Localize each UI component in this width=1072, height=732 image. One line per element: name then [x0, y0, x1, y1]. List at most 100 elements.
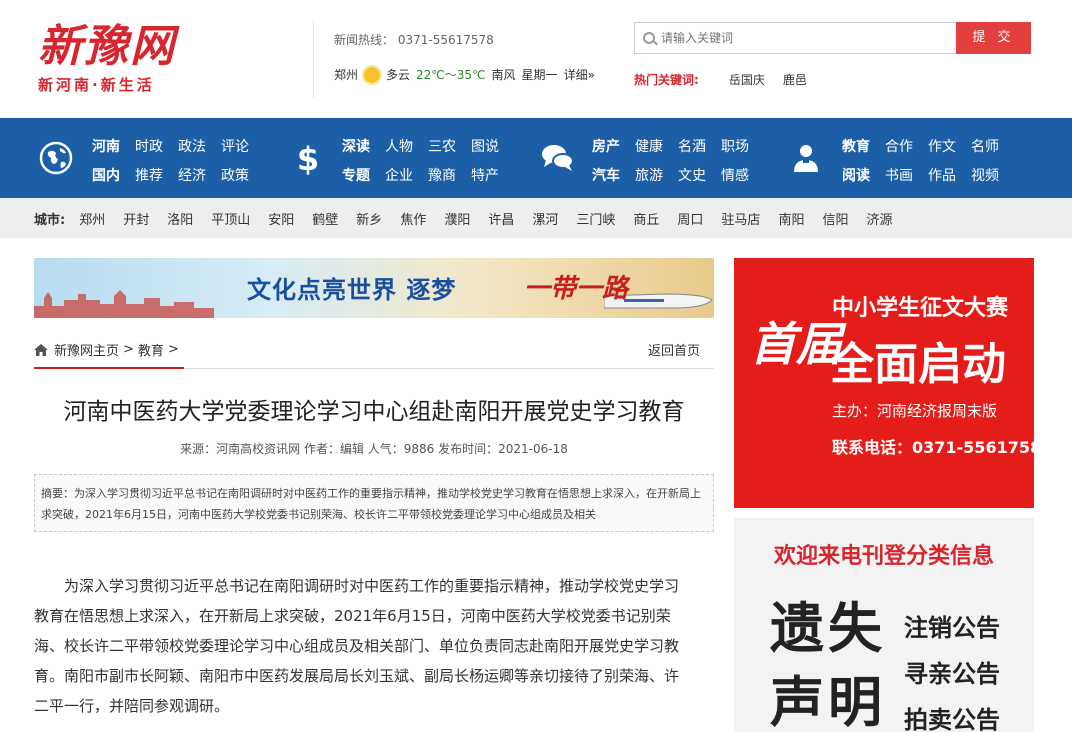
nav-link-yuedu[interactable]: 阅读 — [842, 165, 870, 185]
city-link[interactable]: 许昌 — [488, 209, 514, 228]
city-link[interactable]: 濮阳 — [444, 209, 470, 228]
hot-keywords: 热门关键词: 岳国庆 鹿邑 — [634, 71, 825, 88]
site-header: 新豫网 新河南·新生活 新闻热线： 0371-55617578 郑州 多云 22… — [0, 0, 1072, 118]
sun-cloud-icon — [364, 66, 381, 83]
logo-text: 新豫网 — [38, 21, 176, 72]
nav-link-qiye[interactable]: 企业 — [385, 165, 413, 185]
city-link[interactable]: 平顶山 — [211, 209, 250, 228]
weather-temperature: 22℃～35℃ — [416, 68, 486, 82]
user-icon — [794, 145, 818, 172]
essay-ad-host: 主办：河南经济报周末版 — [832, 402, 998, 420]
city-link[interactable]: 新乡 — [356, 209, 382, 228]
classified-ad-big-line: 遗失 — [770, 597, 886, 660]
city-link[interactable]: 焦作 — [400, 209, 426, 228]
nav-link-tushuo[interactable]: 图说 — [471, 136, 499, 156]
nav-link-jiaoyu[interactable]: 教育 — [842, 136, 870, 156]
essay-ad-calligraphy: 首届 — [750, 317, 842, 371]
hot-keywords-label: 热门关键词: — [634, 73, 699, 87]
city-link[interactable]: 驻马店 — [721, 209, 760, 228]
nav-link-jingji[interactable]: 经济 — [178, 165, 206, 185]
weather-city[interactable]: 郑州 — [334, 66, 358, 83]
nav-link-zhuanti[interactable]: 专题 — [342, 165, 370, 185]
weather-wind: 南风 — [491, 68, 516, 82]
nav-link-fangchan[interactable]: 房产 — [592, 136, 620, 156]
article-meta: 来源：河南高校资讯网 作者：编辑 人气：9886 发布时间：2021-06-18 — [180, 442, 568, 456]
nav-link-pinglun[interactable]: 评论 — [221, 136, 249, 156]
classified-ad-item: 注销公告 — [904, 614, 1000, 642]
nav-link-zuowen[interactable]: 作文 — [928, 136, 956, 156]
nav-link-zhengce[interactable]: 政策 — [221, 165, 249, 185]
city-link[interactable]: 南阳 — [778, 209, 804, 228]
svg-text:$: $ — [297, 140, 319, 176]
city-link[interactable]: 商丘 — [633, 209, 659, 228]
breadcrumb-home-link[interactable]: 新豫网主页 — [54, 340, 119, 359]
header-divider — [313, 20, 314, 98]
nav-group-education: 教育 合作 作文 名师 阅读 书画 作品 视频 — [842, 133, 1014, 188]
nav-link-shipin[interactable]: 视频 — [971, 165, 999, 185]
weather-condition: 多云 — [386, 68, 411, 82]
search-box — [634, 22, 956, 54]
city-bar-label: 城市: — [34, 212, 66, 228]
nav-link-guonei[interactable]: 国内 — [92, 165, 120, 185]
nav-link-jiankang[interactable]: 健康 — [635, 136, 663, 156]
city-link[interactable]: 信阳 — [822, 209, 848, 228]
nav-link-mingshi[interactable]: 名师 — [971, 136, 999, 156]
article-title: 河南中医药大学党委理论学习中心组赴南阳开展党史学习教育 — [63, 399, 685, 425]
banner-calligraphy: 一带一路 — [524, 274, 629, 304]
nav-link-tuijian[interactable]: 推荐 — [135, 165, 163, 185]
city-link[interactable]: 济源 — [866, 209, 892, 228]
breadcrumb-section-link[interactable]: 教育 — [138, 340, 164, 359]
main-nav: 河南 时政 政法 评论 国内 推荐 经济 政策 $ 深读 人物 三农 图说 专题… — [0, 118, 1072, 198]
hotline-label: 新闻热线： — [334, 33, 395, 47]
site-logo[interactable]: 新豫网 新河南·新生活 — [38, 22, 218, 98]
classified-ad-title: 欢迎来电刊登分类信息 — [773, 544, 994, 569]
weather-weekday: 星期一 — [521, 68, 558, 82]
news-hotline: 新闻热线： 0371-55617578 — [334, 31, 494, 48]
hot-keyword-link[interactable]: 岳国庆 — [729, 71, 765, 88]
logo-slogan: 新河南·新生活 — [38, 76, 155, 94]
classified-ad[interactable]: 欢迎来电刊登分类信息 遗失 声明 注销公告 寻亲公告 拍卖公告 — [734, 518, 1034, 732]
nav-link-zuopin[interactable]: 作品 — [928, 165, 956, 185]
city-link[interactable]: 郑州 — [79, 209, 105, 228]
nav-link-sannong[interactable]: 三农 — [428, 136, 456, 156]
breadcrumb: 新豫网主页 > 教育 > — [34, 340, 179, 359]
nav-link-zhichang[interactable]: 职场 — [721, 136, 749, 156]
city-link[interactable]: 安阳 — [268, 209, 294, 228]
breadcrumb-accent — [34, 367, 184, 369]
nav-link-qinggan[interactable]: 情感 — [721, 165, 749, 185]
nav-link-qiche[interactable]: 汽车 — [592, 165, 620, 185]
essay-ad-headline: 全面启动 — [830, 339, 1006, 390]
nav-link-techan[interactable]: 特产 — [471, 165, 499, 185]
classified-ad-big: 遗失 声明 — [770, 592, 886, 732]
nav-link-shizheng[interactable]: 时政 — [135, 136, 163, 156]
essay-contest-ad[interactable]: 中小学生征文大赛 首届 全面启动 主办：河南经济报周末版 联系电话：0371-5… — [734, 258, 1034, 508]
home-icon — [34, 343, 48, 356]
weather-detail-link[interactable]: 详细» — [564, 66, 595, 83]
classified-ad-item: 寻亲公告 — [904, 660, 1000, 688]
back-home-link[interactable]: 返回首页 — [648, 340, 700, 359]
classified-ad-item: 拍卖公告 — [904, 706, 1000, 732]
nav-link-mingjiu[interactable]: 名酒 — [678, 136, 706, 156]
city-link[interactable]: 三门峡 — [576, 209, 615, 228]
nav-link-renwu[interactable]: 人物 — [385, 136, 413, 156]
search-submit-button[interactable]: 提 交 — [956, 22, 1031, 54]
search-input[interactable] — [661, 24, 951, 52]
nav-link-shuhua[interactable]: 书画 — [885, 165, 913, 185]
nav-link-henan[interactable]: 河南 — [92, 136, 120, 156]
city-link[interactable]: 鹤壁 — [312, 209, 338, 228]
nav-link-shendu[interactable]: 深读 — [342, 136, 370, 156]
hot-keyword-link[interactable]: 鹿邑 — [783, 71, 807, 88]
nav-link-zhengfa[interactable]: 政法 — [178, 136, 206, 156]
city-link[interactable]: 开封 — [123, 209, 149, 228]
nav-link-wenshi[interactable]: 文史 — [678, 165, 706, 185]
belt-road-banner[interactable]: 文化点亮世界 逐梦 一带一路 — [34, 258, 714, 318]
city-link[interactable]: 漯河 — [532, 209, 558, 228]
nav-link-yushang[interactable]: 豫商 — [428, 165, 456, 185]
nav-group-depth: 深读 人物 三农 图说 专题 企业 豫商 特产 — [342, 133, 514, 188]
city-link[interactable]: 洛阳 — [167, 209, 193, 228]
classified-ad-big-line: 声明 — [770, 671, 886, 732]
nav-link-lvyou[interactable]: 旅游 — [635, 165, 663, 185]
nav-group-news: 河南 时政 政法 评论 国内 推荐 经济 政策 — [92, 133, 264, 188]
nav-link-hezuo[interactable]: 合作 — [885, 136, 913, 156]
city-link[interactable]: 周口 — [677, 209, 703, 228]
